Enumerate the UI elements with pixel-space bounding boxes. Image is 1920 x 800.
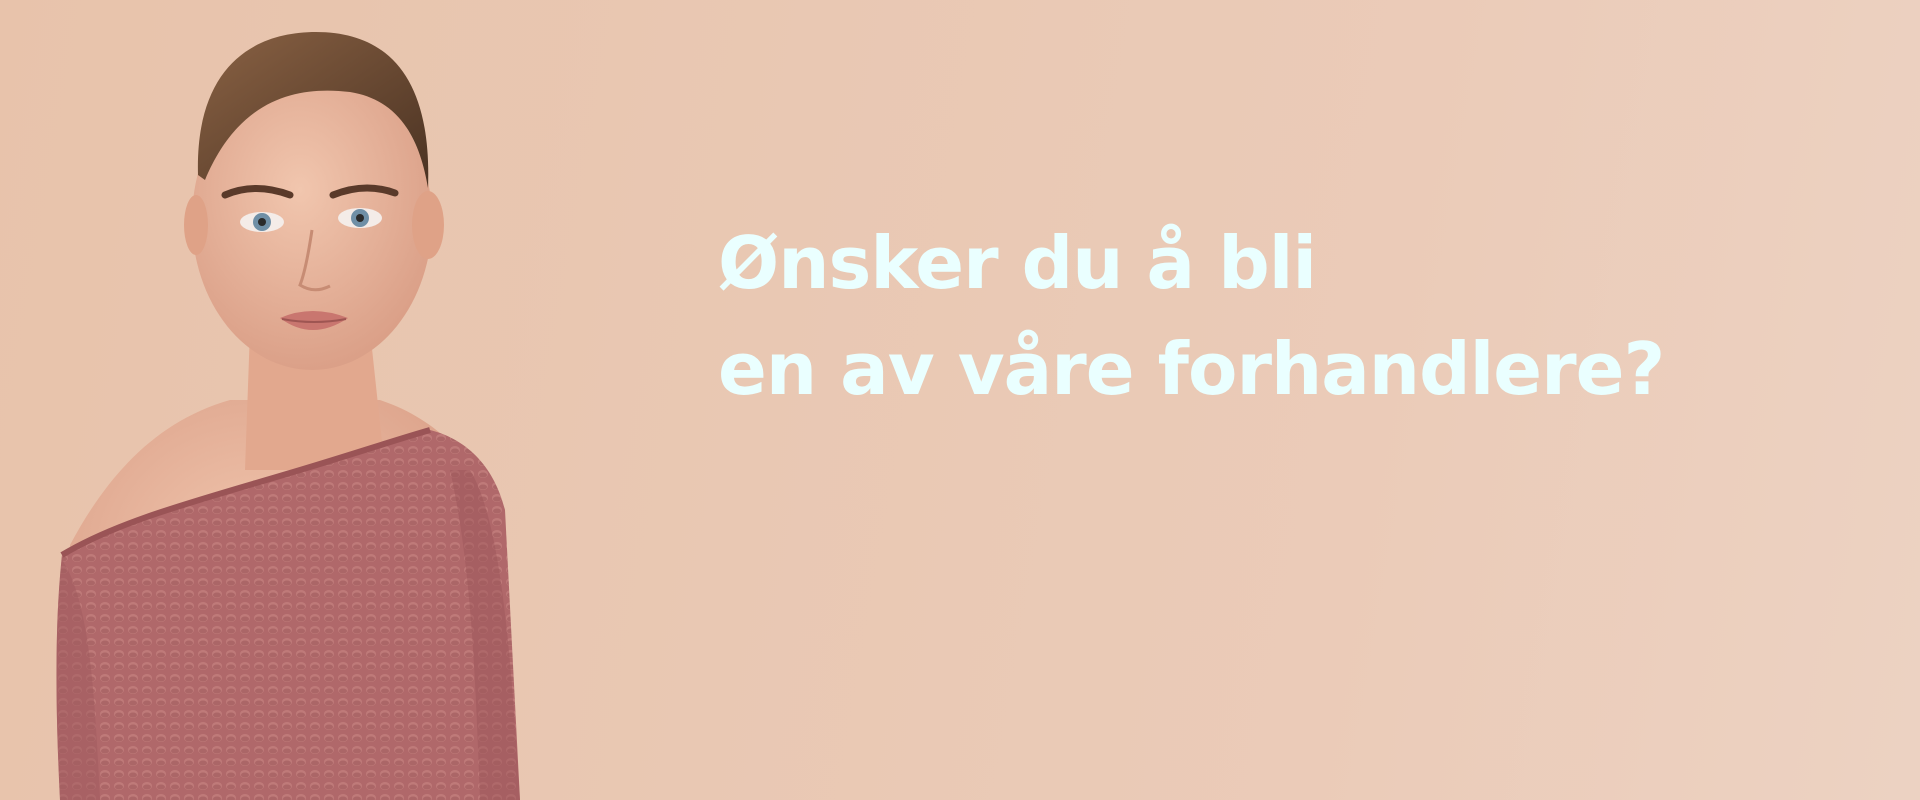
hero-banner: Ønsker du å bli en av våre forhandlere? xyxy=(0,0,1920,800)
headline-line-1: Ønsker du å bli xyxy=(718,221,1317,305)
headline: Ønsker du å bli en av våre forhandlere? xyxy=(718,210,1665,422)
model-photo xyxy=(56,32,521,800)
headline-line-2: en av våre forhandlere? xyxy=(718,327,1665,411)
